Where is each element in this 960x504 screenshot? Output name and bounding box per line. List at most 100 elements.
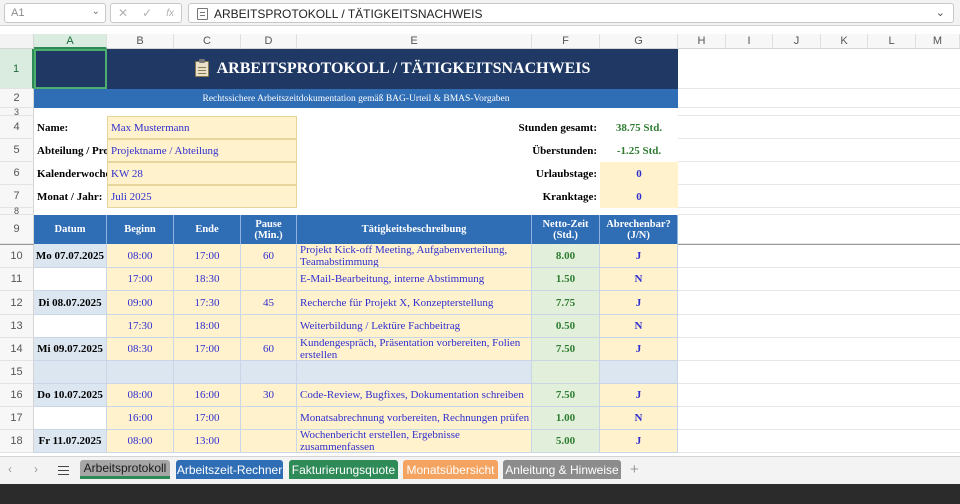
cell-pause-row-6[interactable] [241,361,297,384]
cell-desc-row-8[interactable]: Monatsabrechnung vorbereiten, Rechnungen… [297,407,532,430]
cell-beginn-row-5[interactable]: 08:30 [107,338,174,361]
cell-pause-row-2[interactable] [241,268,297,291]
sick-days-input[interactable]: 0 [600,185,678,208]
cell-pause-row-9[interactable] [241,430,297,453]
sheet-tab-4[interactable]: Monatsübersicht [403,460,498,479]
sheet-tab-5[interactable]: Anleitung & Hinweise [503,460,621,479]
cell-beginn-row-6[interactable] [107,361,174,384]
row-header-3[interactable]: 3 [0,108,34,117]
expand-formula-icon[interactable]: ⌄ [936,6,945,19]
cell-ende-row-7[interactable]: 16:00 [174,384,241,407]
formula-input[interactable]: ARBEITSPROTOKOLL / TÄTIGKEITSNACHWEIS ⌄ [188,3,954,23]
cell-netto-row-7[interactable]: 7.50 [532,384,600,407]
row-header-11[interactable]: 11 [0,268,34,291]
cell-datum-row-2[interactable] [34,268,107,291]
sheet-tab-3[interactable]: Fakturierungsquote [289,460,398,479]
cell-pause-row-8[interactable] [241,407,297,430]
cell-beginn-row-9[interactable]: 08:00 [107,430,174,453]
cell-desc-row-5[interactable]: Kundengespräch, Präsentation vorbereiten… [297,338,532,361]
row-header-4[interactable]: 4 [0,116,34,139]
column-header-l[interactable]: L [868,34,916,49]
cell-beginn-row-4[interactable]: 17:30 [107,315,174,338]
cell-ab-row-4[interactable]: N [600,315,678,338]
row-header-12[interactable]: 12 [0,291,34,315]
row-header-17[interactable]: 17 [0,407,34,430]
cell-pause-row-7[interactable]: 30 [241,384,297,407]
cell-ab-row-8[interactable]: N [600,407,678,430]
cell-netto-row-5[interactable]: 7.50 [532,338,600,361]
cell-desc-row-4[interactable]: Weiterbildung / Lektüre Fachbeitrag [297,315,532,338]
cell-desc-row-6[interactable] [297,361,532,384]
row-header-15[interactable]: 15 [0,361,34,384]
row-header-8[interactable]: 8 [0,207,34,216]
cell-datum-row-4[interactable] [34,315,107,338]
row-header-9[interactable]: 9 [0,215,34,244]
cell-netto-row-8[interactable]: 1.00 [532,407,600,430]
cell-ende-row-2[interactable]: 18:30 [174,268,241,291]
select-all-corner[interactable] [0,34,34,49]
cell-beginn-row-3[interactable]: 09:00 [107,291,174,315]
next-sheet-icon[interactable]: › [34,462,38,476]
row-header-14[interactable]: 14 [0,338,34,361]
row-header-16[interactable]: 16 [0,384,34,407]
cell-beginn-row-2[interactable]: 17:00 [107,268,174,291]
cell-pause-row-5[interactable]: 60 [241,338,297,361]
cancel-icon[interactable]: ✕ [118,6,128,20]
cell-ab-row-5[interactable]: J [600,338,678,361]
selected-cell-a1[interactable] [34,49,107,89]
cell-datum-row-1[interactable]: Mo 07.07.2025 [34,244,107,268]
row-header-5[interactable]: 5 [0,139,34,162]
column-header-f[interactable]: F [532,34,600,49]
cell-desc-row-2[interactable]: E-Mail-Bearbeitung, interne Abstimmung [297,268,532,291]
cell-ende-row-1[interactable]: 17:00 [174,244,241,268]
cell-datum-row-6[interactable] [34,361,107,384]
sheet-tab-2[interactable]: Arbeitszeit-Rechner [176,460,283,479]
cell-pause-row-3[interactable]: 45 [241,291,297,315]
cell-netto-row-4[interactable]: 0.50 [532,315,600,338]
cell-desc-row-9[interactable]: Wochenbericht erstellen, Ergebnisse zusa… [297,430,532,453]
cell-ab-row-3[interactable]: J [600,291,678,315]
cell-datum-row-5[interactable]: Mi 09.07.2025 [34,338,107,361]
row-header-2[interactable]: 2 [0,89,34,108]
cell-netto-row-2[interactable]: 1.50 [532,268,600,291]
cell-netto-row-3[interactable]: 7.75 [532,291,600,315]
column-header-m[interactable]: M [916,34,960,49]
add-sheet-icon[interactable]: + [630,461,639,478]
cell-netto-row-6[interactable] [532,361,600,384]
column-header-i[interactable]: I [726,34,773,49]
cell-datum-row-3[interactable]: Di 08.07.2025 [34,291,107,315]
column-header-g[interactable]: G [600,34,678,49]
cell-ende-row-5[interactable]: 17:00 [174,338,241,361]
cell-pause-row-1[interactable]: 60 [241,244,297,268]
cell-datum-row-9[interactable]: Fr 11.07.2025 [34,430,107,453]
sheet-list-icon[interactable] [58,466,69,475]
column-header-d[interactable]: D [241,34,297,49]
cell-datum-row-7[interactable]: Do 10.07.2025 [34,384,107,407]
cell-ab-row-7[interactable]: J [600,384,678,407]
cell-beginn-row-8[interactable]: 16:00 [107,407,174,430]
chevron-down-icon[interactable]: ⌄ [92,6,100,17]
cell-ende-row-3[interactable]: 17:30 [174,291,241,315]
cell-desc-row-7[interactable]: Code-Review, Bugfixes, Dokumentation sch… [297,384,532,407]
column-header-c[interactable]: C [174,34,241,49]
prev-sheet-icon[interactable]: ‹ [8,462,12,476]
row-header-6[interactable]: 6 [0,162,34,185]
cell-desc-row-3[interactable]: Recherche für Projekt X, Konzepterstellu… [297,291,532,315]
column-header-h[interactable]: H [678,34,726,49]
cell-ab-row-6[interactable] [600,361,678,384]
cell-beginn-row-1[interactable]: 08:00 [107,244,174,268]
row-header-1[interactable]: 1 [0,49,34,89]
cell-pause-row-4[interactable] [241,315,297,338]
cell-ab-row-1[interactable]: J [600,244,678,268]
cell-netto-row-1[interactable]: 8.00 [532,244,600,268]
name-box[interactable]: A1 ⌄ [4,3,106,23]
column-header-e[interactable]: E [297,34,532,49]
cell-ende-row-6[interactable] [174,361,241,384]
cell-ende-row-4[interactable]: 18:00 [174,315,241,338]
cell-datum-row-8[interactable] [34,407,107,430]
week-input[interactable]: KW 28 [107,162,297,185]
cell-ende-row-9[interactable]: 13:00 [174,430,241,453]
function-icon[interactable]: fx [166,8,174,19]
column-header-a[interactable]: A [34,34,107,49]
cell-ab-row-2[interactable]: N [600,268,678,291]
